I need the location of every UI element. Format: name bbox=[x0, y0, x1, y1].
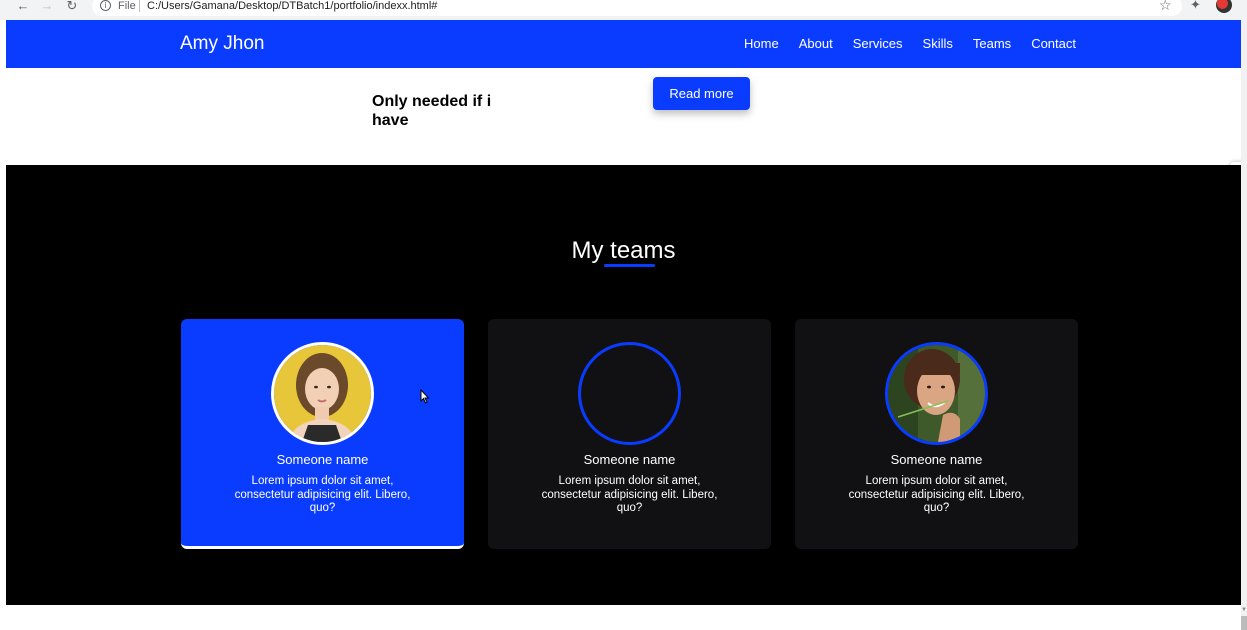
reload-icon[interactable]: ↻ bbox=[64, 0, 80, 14]
read-more-button[interactable]: Read more bbox=[653, 77, 750, 110]
star-icon[interactable]: ☆ bbox=[1159, 0, 1172, 12]
scroll-down-arrow-icon[interactable]: ▼ bbox=[1241, 606, 1247, 614]
member-name: Someone name bbox=[583, 452, 676, 467]
brand-logo[interactable]: Amy Jhon bbox=[180, 34, 264, 54]
url-scheme-label: File bbox=[118, 0, 136, 12]
avatar bbox=[271, 342, 374, 445]
member-description: Lorem ipsum dolor sit amet, consectetur … bbox=[541, 475, 718, 514]
forward-arrow-icon[interactable]: → bbox=[39, 0, 55, 14]
intro-heading: Only needed if i have bbox=[372, 93, 492, 129]
title-underline bbox=[604, 264, 655, 267]
team-card[interactable]: Someone name Lorem ipsum dolor sit amet,… bbox=[795, 319, 1078, 549]
info-icon[interactable]: i bbox=[100, 0, 111, 11]
url-separator bbox=[139, 0, 140, 12]
nav-contact[interactable]: Contact bbox=[1031, 36, 1076, 52]
puzzle-icon[interactable]: ✦ bbox=[1190, 0, 1201, 11]
member-description: Lorem ipsum dolor sit amet, consectetur … bbox=[848, 475, 1025, 514]
team-card[interactable]: Someone name Lorem ipsum dolor sit amet,… bbox=[181, 319, 464, 549]
navbar: Amy Jhon Home About Services Skills Team… bbox=[6, 20, 1241, 68]
intro-section: Only needed if i have Read more ⚙ bbox=[6, 68, 1241, 184]
profile-avatar[interactable] bbox=[1216, 0, 1232, 13]
woman-portrait-icon bbox=[274, 345, 371, 442]
avatar bbox=[885, 342, 988, 445]
scrollbar[interactable] bbox=[1241, 20, 1247, 630]
next-section bbox=[6, 605, 1241, 630]
nav-teams[interactable]: Teams bbox=[973, 36, 1011, 52]
browser-toolbar: ← → ↻ i File C:/Users/Gamana/Desktop/DTB… bbox=[0, 0, 1247, 20]
member-name: Someone name bbox=[890, 452, 983, 467]
teams-title: My teams bbox=[571, 237, 676, 264]
nav-about[interactable]: About bbox=[799, 36, 833, 52]
nav-services[interactable]: Services bbox=[853, 36, 903, 52]
scrollbar-thumb[interactable] bbox=[1241, 616, 1247, 630]
member-name: Someone name bbox=[276, 452, 369, 467]
avatar bbox=[578, 342, 681, 445]
mouse-cursor-icon bbox=[420, 389, 430, 404]
woman-portrait-icon bbox=[888, 345, 985, 442]
url-text[interactable]: C:/Users/Gamana/Desktop/DTBatch1/portfol… bbox=[147, 0, 437, 12]
teams-section: My teams Someone name Lorem ipsum dolor … bbox=[6, 165, 1241, 605]
team-card[interactable]: Someone name Lorem ipsum dolor sit amet,… bbox=[488, 319, 771, 549]
page-viewport: Amy Jhon Home About Services Skills Team… bbox=[6, 20, 1241, 630]
back-arrow-icon[interactable]: ← bbox=[15, 0, 31, 14]
nav-skills[interactable]: Skills bbox=[923, 36, 953, 52]
member-description: Lorem ipsum dolor sit amet, consectetur … bbox=[234, 475, 411, 514]
nav-menu: Home About Services Skills Teams Contact bbox=[724, 36, 1076, 52]
nav-home[interactable]: Home bbox=[744, 36, 779, 52]
